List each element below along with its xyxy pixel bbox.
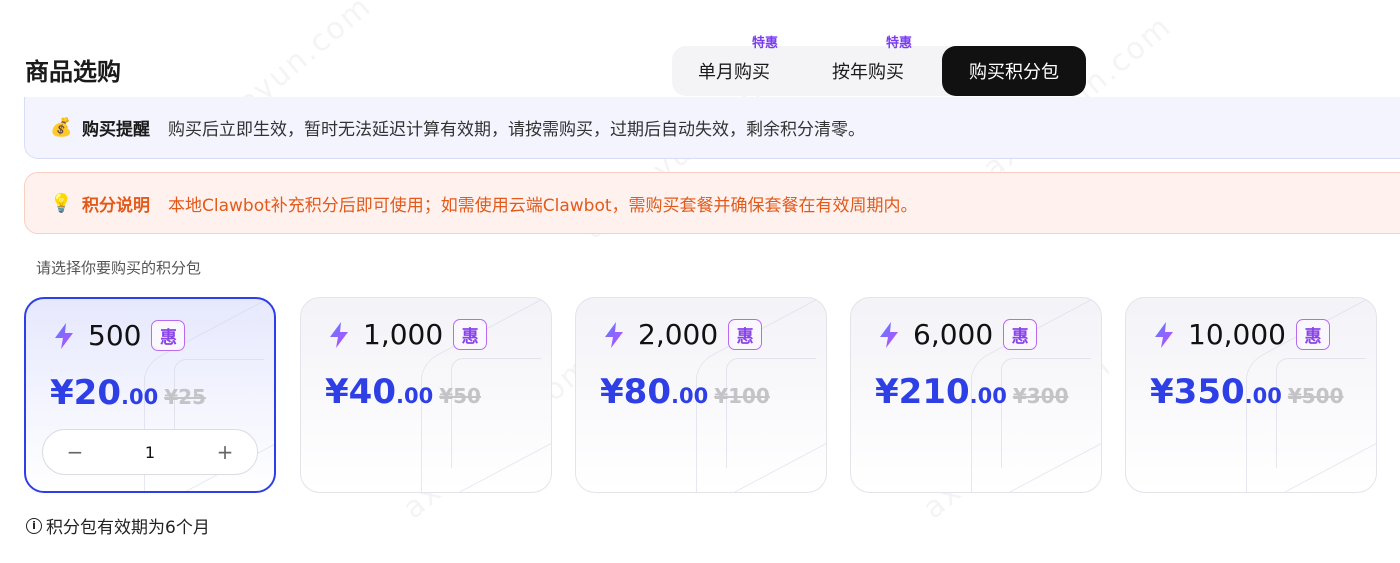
lightning-bolt-icon: [1155, 321, 1173, 348]
notice-text: 本地Clawbot补充积分后即可使用；如需使用云端Clawbot，需购买套餐并确…: [168, 195, 918, 216]
tab-label: 购买积分包: [969, 62, 1059, 83]
notice-title: 购买提醒: [82, 120, 150, 140]
tab-badge-special-offer: 特惠: [886, 36, 913, 51]
package-header: 500 惠: [52, 319, 186, 352]
price-decimal: .00: [1244, 384, 1282, 408]
package-points: 2,000: [638, 318, 719, 351]
discount-badge: 惠: [453, 319, 488, 350]
price-decimal: .00: [969, 384, 1007, 408]
package-price: ¥40 .00 ¥50: [325, 372, 481, 412]
notice-title: 积分说明: [82, 195, 150, 216]
original-price: ¥50: [439, 384, 481, 408]
price-integer: ¥210: [875, 372, 970, 412]
package-price: ¥80 .00 ¥100: [600, 372, 770, 412]
tab-label: 单月购买: [698, 62, 770, 83]
package-header: 6,000 惠: [877, 318, 1038, 351]
points-package-card-500[interactable]: 500 惠 ¥20 .00 ¥25 − 1 +: [24, 297, 276, 493]
price-integer: ¥80: [600, 372, 671, 412]
points-package-card-1000[interactable]: 1,000 惠 ¥40 .00 ¥50: [300, 297, 552, 493]
tab-yearly[interactable]: 特惠 按年购买: [806, 36, 930, 96]
lightbulb-icon: 💡: [50, 192, 73, 214]
original-price: ¥25: [164, 385, 206, 409]
original-price: ¥100: [714, 384, 770, 408]
price-integer: ¥20: [50, 373, 121, 413]
select-package-hint: 请选择你要购买的积分包: [36, 259, 202, 277]
discount-badge: 惠: [728, 319, 763, 350]
price-integer: ¥350: [1150, 372, 1245, 412]
lightning-bolt-icon: [605, 321, 623, 348]
points-package-card-10000[interactable]: 10,000 惠 ¥350 .00 ¥500: [1125, 297, 1377, 493]
page-title: 商品选购: [25, 58, 121, 86]
increase-quantity-button[interactable]: +: [197, 430, 253, 474]
package-header: 2,000 惠: [602, 318, 763, 351]
quantity-value[interactable]: 1: [99, 430, 201, 474]
notice-text: 购买后立即生效，暂时无法延迟计算有效期，请按需购买，过期后自动失效，剩余积分清零…: [168, 120, 865, 140]
tab-badge-special-offer: 特惠: [752, 36, 779, 51]
quantity-stepper: − 1 +: [42, 429, 258, 475]
discount-badge: 惠: [1295, 319, 1330, 350]
validity-note: i 积分包有效期为6个月: [26, 513, 210, 538]
info-icon: i: [26, 517, 42, 534]
tab-label: 按年购买: [832, 62, 904, 83]
price-decimal: .00: [120, 385, 159, 409]
price-integer: ¥40: [325, 372, 396, 412]
lightning-bolt-icon: [330, 321, 348, 348]
points-package-card-6000[interactable]: 6,000 惠 ¥210 .00 ¥300: [850, 297, 1102, 493]
purchase-mode-tabs: 特惠 单月购买 特惠 按年购买 购买积分包: [672, 36, 1086, 96]
price-decimal: .00: [670, 384, 709, 408]
original-price: ¥500: [1287, 384, 1344, 408]
package-points: 1,000: [363, 318, 444, 351]
tab-monthly[interactable]: 特惠 单月购买: [672, 36, 796, 96]
package-price: ¥350 .00 ¥500: [1150, 372, 1344, 412]
discount-badge: 惠: [151, 320, 186, 351]
package-points: 500: [88, 319, 142, 352]
original-price: ¥300: [1012, 384, 1069, 408]
lightning-bolt-icon: [880, 321, 898, 348]
package-points: 6,000: [913, 318, 994, 351]
package-price: ¥210 .00 ¥300: [875, 372, 1069, 412]
points-explanation-notice: 💡 积分说明 本地Clawbot补充积分后即可使用；如需使用云端Clawbot，…: [24, 172, 1400, 234]
validity-note-text: 积分包有效期为6个月: [46, 518, 210, 538]
package-points: 10,000: [1188, 318, 1286, 351]
page: axiaoyun.com axiaoyun.com axiaoyun.com a…: [0, 0, 1400, 563]
package-price: ¥20 .00 ¥25: [50, 373, 206, 413]
package-header: 1,000 惠: [327, 318, 488, 351]
discount-badge: 惠: [1003, 319, 1038, 350]
money-bag-icon: 💰: [50, 117, 73, 138]
tab-points-package[interactable]: 购买积分包: [942, 46, 1086, 96]
points-package-card-2000[interactable]: 2,000 惠 ¥80 .00 ¥100: [575, 297, 827, 493]
package-header: 10,000 惠: [1152, 318, 1330, 351]
lightning-bolt-icon: [55, 322, 73, 349]
decrease-quantity-button[interactable]: −: [47, 430, 103, 474]
price-decimal: .00: [395, 384, 434, 408]
purchase-reminder-notice: 💰 购买提醒 购买后立即生效，暂时无法延迟计算有效期，请按需购买，过期后自动失效…: [24, 97, 1400, 159]
